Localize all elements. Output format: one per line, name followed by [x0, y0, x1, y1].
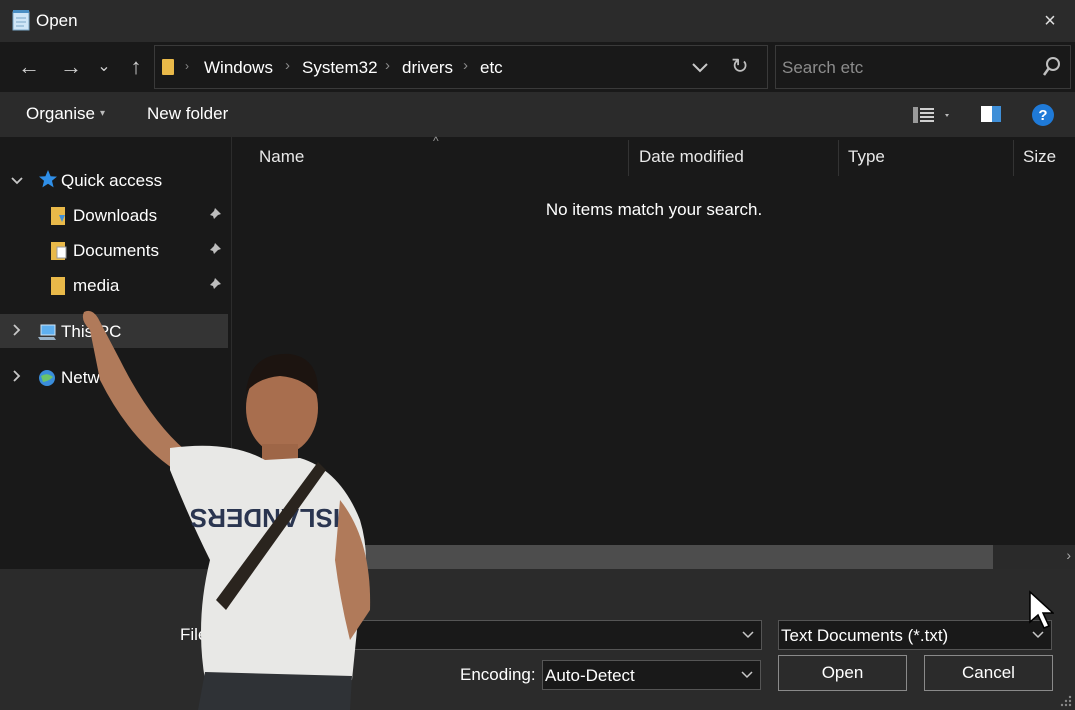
empty-state-message: No items match your search.: [545, 200, 763, 219]
caret-down-icon: ▾: [99, 108, 106, 119]
breadcrumb-drivers[interactable]: drivers: [402, 58, 453, 78]
navigation-bar: ← → ⌄ ↑ › Windows › System32 › drivers ›…: [0, 42, 1075, 92]
column-header-date-modified[interactable]: Date modified: [639, 147, 744, 167]
close-icon[interactable]: ×: [1039, 8, 1061, 34]
folder-icon: [51, 277, 65, 295]
organise-label: Organise: [26, 104, 95, 123]
search-input[interactable]: [782, 55, 1032, 81]
folder-icon: [162, 59, 174, 75]
file-type-value: Text Documents (*.txt): [781, 626, 949, 645]
navigation-pane: Quick access Downloads Documents media T…: [0, 137, 232, 569]
sidebar-item-label: This PC: [61, 322, 122, 341]
open-button[interactable]: Open: [778, 655, 907, 691]
sidebar-item-network[interactable]: Network: [0, 360, 228, 394]
title-bar: Open ×: [0, 0, 1075, 42]
pin-icon[interactable]: [206, 207, 222, 223]
downloads-folder-icon: [51, 207, 65, 225]
window-title: Open: [36, 11, 78, 30]
organise-button[interactable]: Organise ▾: [26, 104, 105, 124]
file-dialog-footer: File name: Text Documents (*.txt) Encodi…: [0, 569, 1075, 710]
pin-icon[interactable]: [206, 242, 222, 258]
chevron-right-icon[interactable]: [10, 322, 24, 338]
new-folder-button[interactable]: New folder: [147, 104, 228, 124]
breadcrumb-system32[interactable]: System32: [302, 58, 378, 78]
column-header-size[interactable]: Size: [1023, 147, 1056, 167]
column-header-type[interactable]: Type: [848, 147, 885, 167]
breadcrumb-separator: ›: [185, 59, 189, 73]
sort-ascending-icon: ^: [433, 134, 439, 148]
computer-icon: [38, 324, 56, 340]
encoding-select[interactable]: Auto-Detect: [542, 660, 761, 690]
up-arrow-icon[interactable]: ↑: [121, 50, 151, 84]
view-options-icon[interactable]: [912, 104, 950, 126]
encoding-value: Auto-Detect: [545, 666, 635, 685]
file-name-label: File name:: [180, 625, 260, 644]
column-divider[interactable]: [1013, 140, 1014, 176]
sidebar-item-label: Network: [61, 368, 124, 387]
breadcrumb-separator[interactable]: ›: [285, 57, 290, 74]
recent-locations-icon[interactable]: ⌄: [91, 50, 117, 84]
encoding-label: Encoding:: [460, 665, 536, 684]
column-divider[interactable]: [628, 140, 629, 176]
mouse-cursor-icon: [1029, 590, 1054, 629]
file-type-select[interactable]: Text Documents (*.txt): [778, 620, 1052, 650]
forward-arrow-icon[interactable]: →: [56, 50, 86, 84]
breadcrumb-separator[interactable]: ›: [463, 57, 468, 74]
breadcrumb-separator[interactable]: ›: [385, 57, 390, 74]
network-globe-icon: [39, 370, 55, 386]
sidebar-item-this-pc[interactable]: This PC: [0, 314, 228, 348]
file-list: ^ Name Date modified Type Size No items …: [233, 134, 1075, 569]
horizontal-scrollbar[interactable]: ›: [233, 545, 1075, 569]
refresh-icon[interactable]: ↻: [731, 54, 749, 79]
breadcrumb-etc[interactable]: etc: [480, 58, 503, 78]
sidebar-item-downloads[interactable]: Downloads: [0, 198, 228, 232]
sidebar-item-quick-access[interactable]: Quick access: [0, 163, 228, 197]
notepad-icon: [12, 10, 30, 31]
chevron-down-icon[interactable]: [740, 669, 754, 681]
svg-text:?: ?: [1038, 107, 1047, 124]
scrollbar-thumb[interactable]: [233, 545, 993, 569]
preview-pane-icon[interactable]: [980, 105, 1002, 123]
search-icon[interactable]: [1042, 56, 1062, 78]
command-toolbar: Organise ▾ New folder ?: [0, 92, 1075, 137]
sidebar-item-documents[interactable]: Documents: [0, 233, 228, 267]
sidebar-item-label: Quick access: [61, 171, 163, 190]
scroll-right-icon[interactable]: ›: [1066, 547, 1071, 563]
chevron-down-icon[interactable]: [10, 173, 24, 189]
column-divider[interactable]: [838, 140, 839, 176]
chevron-down-icon[interactable]: [741, 629, 755, 641]
sidebar-item-label: Documents: [73, 241, 159, 260]
resize-grip-icon[interactable]: [1060, 695, 1072, 707]
sidebar-item-label: Downloads: [73, 206, 158, 225]
sidebar-item-label: media: [73, 276, 120, 295]
chevron-right-icon[interactable]: [10, 368, 24, 384]
documents-folder-icon: [51, 242, 67, 260]
star-icon: [39, 170, 57, 188]
back-arrow-icon[interactable]: ←: [14, 50, 44, 84]
cancel-button[interactable]: Cancel: [924, 655, 1053, 691]
sidebar-item-media[interactable]: media: [0, 268, 228, 302]
file-name-field[interactable]: [318, 620, 762, 650]
search-box[interactable]: [775, 45, 1071, 89]
column-header-name[interactable]: Name: [259, 147, 304, 167]
help-icon[interactable]: ?: [1031, 103, 1055, 127]
chevron-down-icon[interactable]: [1031, 629, 1045, 641]
address-bar[interactable]: › Windows › System32 › drivers › etc ↻: [154, 45, 768, 89]
pin-icon[interactable]: [206, 277, 222, 293]
breadcrumb-windows[interactable]: Windows: [204, 58, 273, 78]
chevron-down-icon[interactable]: [689, 56, 711, 78]
